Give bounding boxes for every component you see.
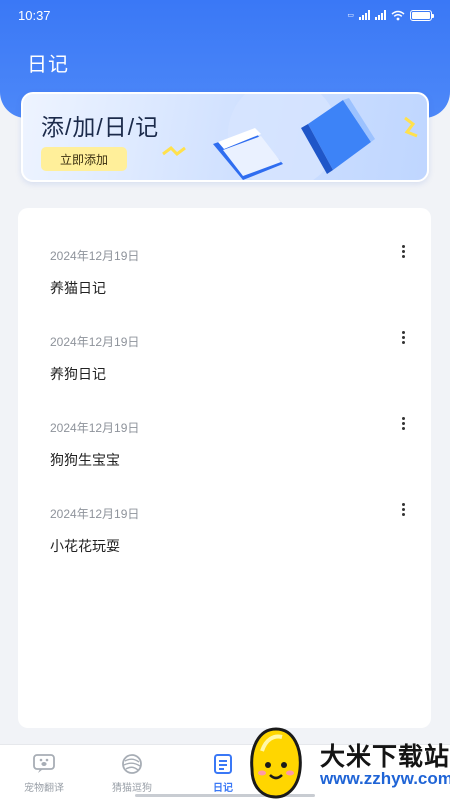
tab-label: 宠物翻译 xyxy=(24,783,64,794)
battery-icon xyxy=(410,9,434,21)
yarn-ball-icon xyxy=(120,753,144,775)
diary-list: 2024年12月19日 养猫日记 2024年12月19日 养狗日记 2024年1… xyxy=(18,208,431,728)
tab-pet-translate[interactable]: 宠物翻译 xyxy=(4,753,84,794)
more-options-icon[interactable] xyxy=(396,327,410,347)
watermark-url: www.zzhyw.com xyxy=(320,769,450,788)
diary-entry[interactable]: 2024年12月19日 狗狗生宝宝 xyxy=(50,416,410,470)
watermark-brand: 大米下载站 xyxy=(320,743,450,771)
entry-date: 2024年12月19日 xyxy=(50,421,140,435)
signal-icon xyxy=(359,10,370,20)
watermark-logo xyxy=(250,727,302,799)
diary-entry[interactable]: 2024年12月19日 养狗日记 xyxy=(50,330,410,384)
add-diary-banner[interactable]: 添/加/日/记 立即添加 xyxy=(21,92,429,182)
sim-icon: ▭ xyxy=(347,12,354,19)
more-options-icon[interactable] xyxy=(396,499,410,519)
pet-translate-icon xyxy=(32,753,56,775)
banner-title: 添/加/日/记 xyxy=(41,114,160,140)
entry-title: 养狗日记 xyxy=(50,366,106,382)
status-time: 10:37 xyxy=(18,7,51,23)
entry-date: 2024年12月19日 xyxy=(50,249,140,263)
add-now-button[interactable]: 立即添加 xyxy=(41,147,127,171)
tab-label: 猜猫逗狗 xyxy=(112,783,152,794)
entry-title: 养猫日记 xyxy=(50,280,106,296)
tab-label: 日记 xyxy=(213,783,233,794)
status-bar: 10:37 ▭ xyxy=(0,0,450,30)
wifi-icon xyxy=(391,10,405,20)
signal-icon-2 xyxy=(375,10,386,20)
entry-date: 2024年12月19日 xyxy=(50,335,140,349)
page-title: 日记 xyxy=(27,54,69,76)
tab-guess-cat-dog[interactable]: 猜猫逗狗 xyxy=(92,753,172,794)
books-illustration xyxy=(162,94,418,180)
entry-title: 小花花玩耍 xyxy=(50,538,120,554)
diary-icon xyxy=(211,753,235,775)
more-options-icon[interactable] xyxy=(396,413,410,433)
diary-entry[interactable]: 2024年12月19日 养猫日记 xyxy=(50,244,410,298)
status-indicators: ▭ xyxy=(347,9,434,21)
entry-title: 狗狗生宝宝 xyxy=(50,452,120,468)
entry-date: 2024年12月19日 xyxy=(50,507,140,521)
more-options-icon[interactable] xyxy=(396,241,410,261)
diary-entry[interactable]: 2024年12月19日 小花花玩耍 xyxy=(50,502,410,556)
